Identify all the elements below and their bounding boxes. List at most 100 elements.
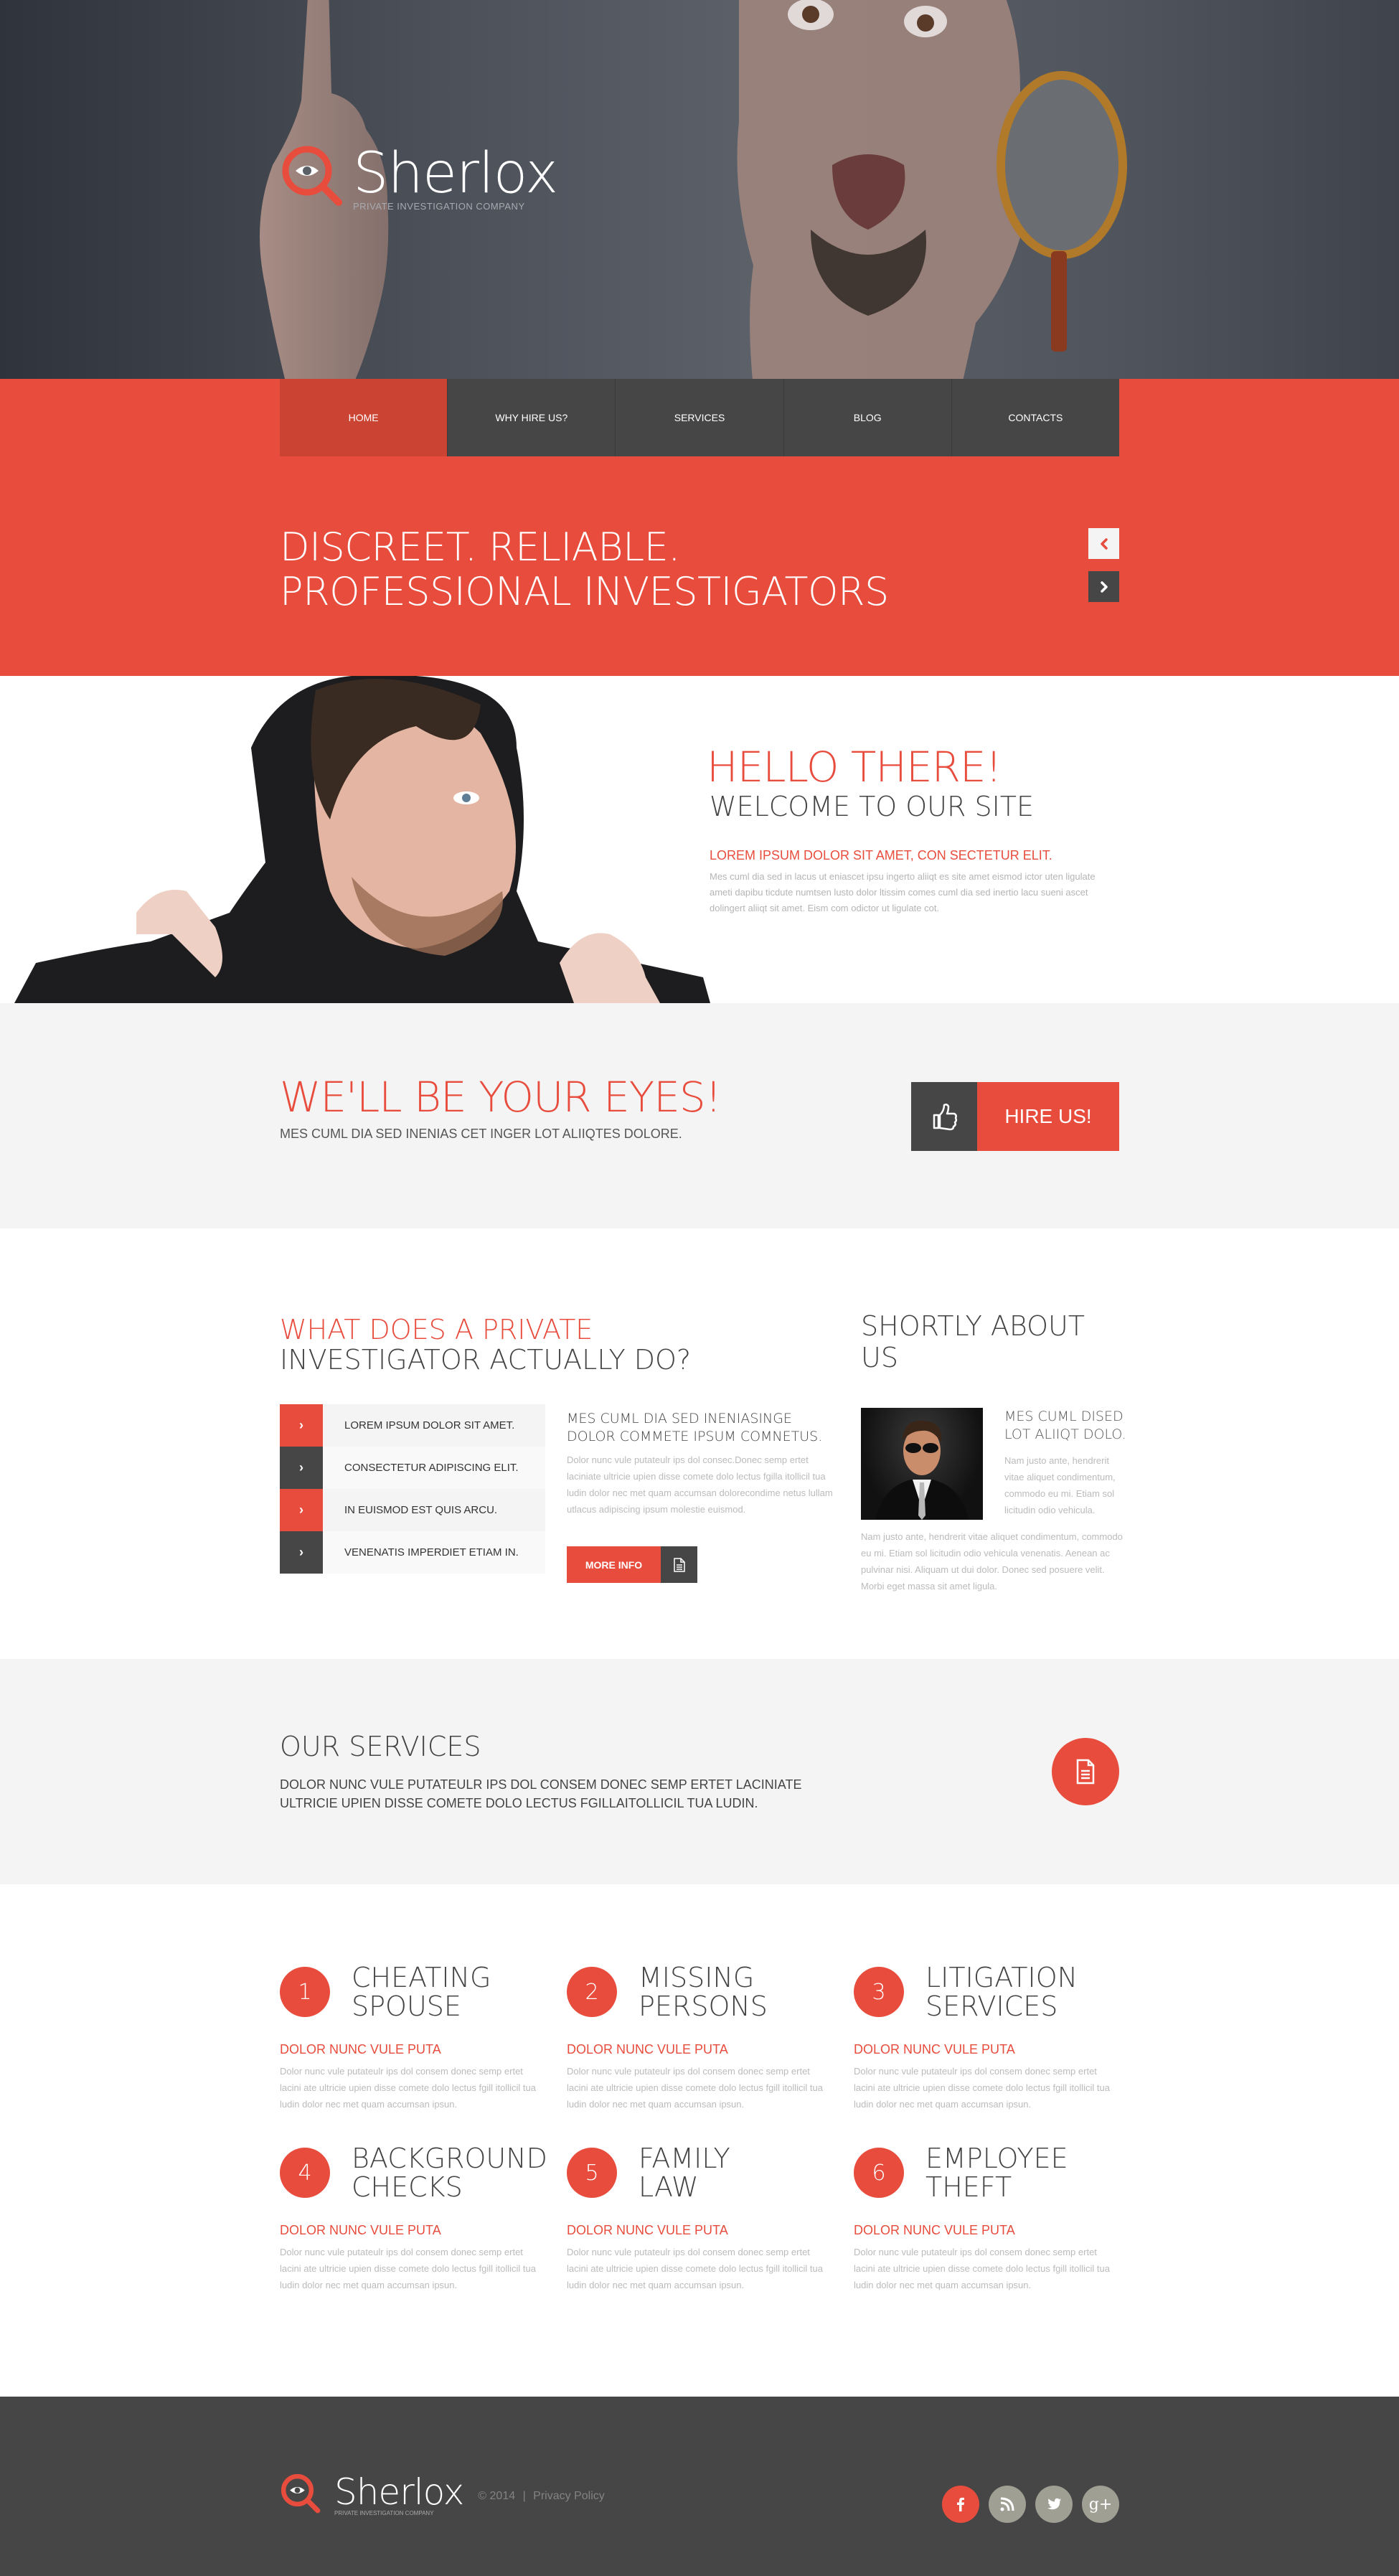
google-plus-button[interactable]: g+: [1082, 2486, 1119, 2523]
nav-item-home[interactable]: HOME: [280, 379, 448, 456]
list-item[interactable]: › LOREM IPSUM DOLOR SIT AMET.: [280, 1404, 545, 1447]
service-number-badge: 2: [567, 1967, 617, 2017]
services-title: OUR SERVICES: [280, 1731, 481, 1762]
rss-icon: [1000, 2497, 1014, 2511]
list-item[interactable]: › IN EUISMOD EST QUIS ARCU.: [280, 1489, 545, 1531]
rss-button[interactable]: [989, 2486, 1026, 2523]
cta-section: WE'LL BE YOUR EYES! MES CUML DIA SED INE…: [0, 1003, 1399, 1228]
main-nav: HOME WHY HIRE US? SERVICES BLOG CONTACTS: [280, 379, 1120, 456]
hero-detective-image: [737, 0, 1127, 379]
slider-caption: DISCREET. RELIABLE. PROFESSIONAL INVESTI…: [280, 525, 889, 614]
service-title-line1: LITIGATION: [925, 1962, 1078, 1993]
list-item[interactable]: › VENENATIS IMPERDIET ETIAM IN.: [280, 1531, 545, 1574]
facebook-button[interactable]: [942, 2486, 979, 2523]
hire-us-button[interactable]: HIRE US!: [911, 1082, 1119, 1151]
privacy-policy-link[interactable]: Privacy Policy: [533, 2490, 605, 2502]
service-card[interactable]: 3 LITIGATION SERVICES DOLOR NUNC VULE PUT…: [854, 1963, 1119, 2112]
welcome-body: Mes cuml dia sed in lacus ut eniascet ip…: [710, 871, 1096, 913]
list-item[interactable]: › CONSECTETUR ADIPISCING ELIT.: [280, 1447, 545, 1489]
service-body: Dolor nunc vule putateulr ips dol consem…: [854, 2066, 1110, 2110]
service-body: Dolor nunc vule putateulr ips dol consem…: [567, 2066, 823, 2110]
footer-logo[interactable]: Sherlox PRIVATE INVESTIGATION COMPANY © …: [280, 2473, 605, 2516]
about-title: SHORTLY ABOUT US: [861, 1310, 1085, 1373]
social-links: g+: [942, 2486, 1119, 2523]
what-title: WHAT DOES A PRIVATE INVESTIGATOR ACTUALL…: [280, 1315, 691, 1375]
hero-banner: Sherlox PRIVATE INVESTIGATION COMPANY: [0, 0, 1399, 379]
service-number-badge: 5: [567, 2148, 617, 2198]
service-subtitle: DOLOR NUNC VULE PUTA: [567, 2223, 728, 2237]
chevron-right-icon: ›: [280, 1447, 323, 1489]
service-title-line2: LAW: [639, 2171, 699, 2203]
twitter-button[interactable]: [1035, 2486, 1073, 2523]
service-card[interactable]: 5 FAMILY LAW DOLOR NUNC VULE PUTA Dolor n…: [567, 2144, 854, 2293]
magnifier-eye-icon: [281, 2473, 321, 2514]
welcome-lead: LOREM IPSUM DOLOR SIT AMET, CON SECTETUR…: [710, 848, 1052, 862]
welcome-section: HELLO THERE! WELCOME TO OUR SITE LOREM I…: [0, 676, 1399, 1003]
what-detail-body: Dolor nunc vule putateulr ips dol consec…: [567, 1454, 833, 1515]
service-body: Dolor nunc vule putateulr ips dol consem…: [280, 2247, 536, 2290]
service-subtitle: DOLOR NUNC VULE PUTA: [280, 2042, 441, 2056]
list-item-label: IN EUISMOD EST QUIS ARCU.: [323, 1489, 545, 1531]
service-title-line2: SERVICES: [925, 1990, 1058, 2022]
service-number-badge: 4: [280, 2148, 330, 2198]
footer-brand-name: Sherlox: [334, 2471, 464, 2513]
about-block: SHORTLY ABOUT US MES CUML DISED LOT ALII…: [861, 1310, 1126, 1594]
document-icon: [1076, 1759, 1095, 1785]
google-plus-icon: g+: [1088, 2495, 1113, 2514]
nav-item-services[interactable]: SERVICES: [615, 379, 783, 456]
thumbs-up-icon: [933, 1104, 958, 1131]
document-icon: [673, 1557, 685, 1572]
what-title-red: WHAT DOES A PRIVATE: [280, 1314, 593, 1345]
service-title-line2: CHECKS: [352, 2171, 463, 2203]
nav-item-contacts[interactable]: CONTACTS: [951, 379, 1120, 456]
magnifier-eye-icon: [282, 146, 342, 206]
services-grid-section: 1 CHEATING SPOUSE DOLOR NUNC VULE PUTA Do…: [0, 1884, 1399, 2397]
service-body: Dolor nunc vule putateulr ips dol consem…: [854, 2247, 1110, 2290]
service-title: FAMILY LAW: [639, 2144, 730, 2201]
service-card[interactable]: 6 EMPLOYEE THEFT DOLOR NUNC VULE PUTA Dol…: [854, 2144, 1119, 2293]
service-title: CHEATING SPOUSE: [352, 1963, 491, 2021]
service-title-line1: MISSING: [639, 1962, 755, 1993]
service-title-line2: PERSONS: [639, 1990, 768, 2022]
more-info-button[interactable]: MORE INFO: [567, 1546, 697, 1583]
footer-separator: |: [522, 2490, 526, 2502]
slider-next-button[interactable]: [1088, 571, 1119, 602]
service-title: BACKGROUND CHECKS: [352, 2144, 547, 2201]
slider-caption-line1: DISCREET. RELIABLE.: [280, 525, 680, 570]
nav-slogan-band: HOME WHY HIRE US? SERVICES BLOG CONTACTS…: [0, 379, 1399, 676]
about-body: Nam justo ante, hendrerit vitae aliquet …: [861, 1531, 1123, 1592]
what-about-section: WHAT DOES A PRIVATE INVESTIGATOR ACTUALL…: [0, 1228, 1399, 1659]
service-number-badge: 1: [280, 1967, 330, 2017]
service-title-line1: CHEATING: [352, 1962, 491, 1993]
service-subtitle: DOLOR NUNC VULE PUTA: [854, 2223, 1015, 2237]
slider-caption-line2: PROFESSIONAL INVESTIGATORS: [280, 569, 889, 614]
service-subtitle: DOLOR NUNC VULE PUTA: [280, 2223, 441, 2237]
chevron-left-icon: [1100, 537, 1108, 550]
copyright-text: © 2014: [478, 2490, 516, 2502]
service-card[interactable]: 2 MISSING PERSONS DOLOR NUNC VULE PUTA Do…: [567, 1963, 854, 2112]
more-info-label: MORE INFO: [567, 1546, 661, 1583]
site-footer: Sherlox PRIVATE INVESTIGATION COMPANY © …: [0, 2397, 1399, 2576]
service-title-line1: EMPLOYEE: [925, 2143, 1068, 2174]
what-title-dark: INVESTIGATOR ACTUALLY DO?: [280, 1344, 692, 1376]
services-intro: DOLOR NUNC VULE PUTATEULR IPS DOL CONSEM…: [280, 1777, 802, 1810]
list-item-label: CONSECTETUR ADIPISCING ELIT.: [323, 1447, 545, 1489]
nav-item-blog[interactable]: BLOG: [783, 379, 951, 456]
service-number-badge: 6: [854, 2148, 904, 2198]
hire-icon-box: [911, 1082, 977, 1151]
slider-prev-button[interactable]: [1088, 528, 1119, 559]
services-doc-button[interactable]: [1052, 1738, 1119, 1805]
service-title: MISSING PERSONS: [639, 1963, 768, 2021]
twitter-icon: [1047, 2498, 1061, 2510]
chevron-right-icon: ›: [280, 1489, 323, 1531]
facebook-icon: [957, 2497, 964, 2511]
slider: DISCREET. RELIABLE. PROFESSIONAL INVESTI…: [280, 456, 1119, 676]
service-card[interactable]: 4 BACKGROUND CHECKS DOLOR NUNC VULE PUTA …: [280, 2144, 567, 2293]
cta-subtitle: MES CUML DIA SED INENIAS CET INGER LOT A…: [280, 1127, 682, 1141]
nav-item-why-hire-us[interactable]: WHY HIRE US?: [447, 379, 616, 456]
service-card[interactable]: 1 CHEATING SPOUSE DOLOR NUNC VULE PUTA Do…: [280, 1963, 567, 2112]
agent-image: [875, 1420, 969, 1520]
service-body: Dolor nunc vule putateulr ips dol consem…: [280, 2066, 536, 2110]
chevron-right-icon: ›: [280, 1531, 323, 1574]
site-logo[interactable]: Sherlox PRIVATE INVESTIGATION COMPANY: [280, 144, 558, 212]
